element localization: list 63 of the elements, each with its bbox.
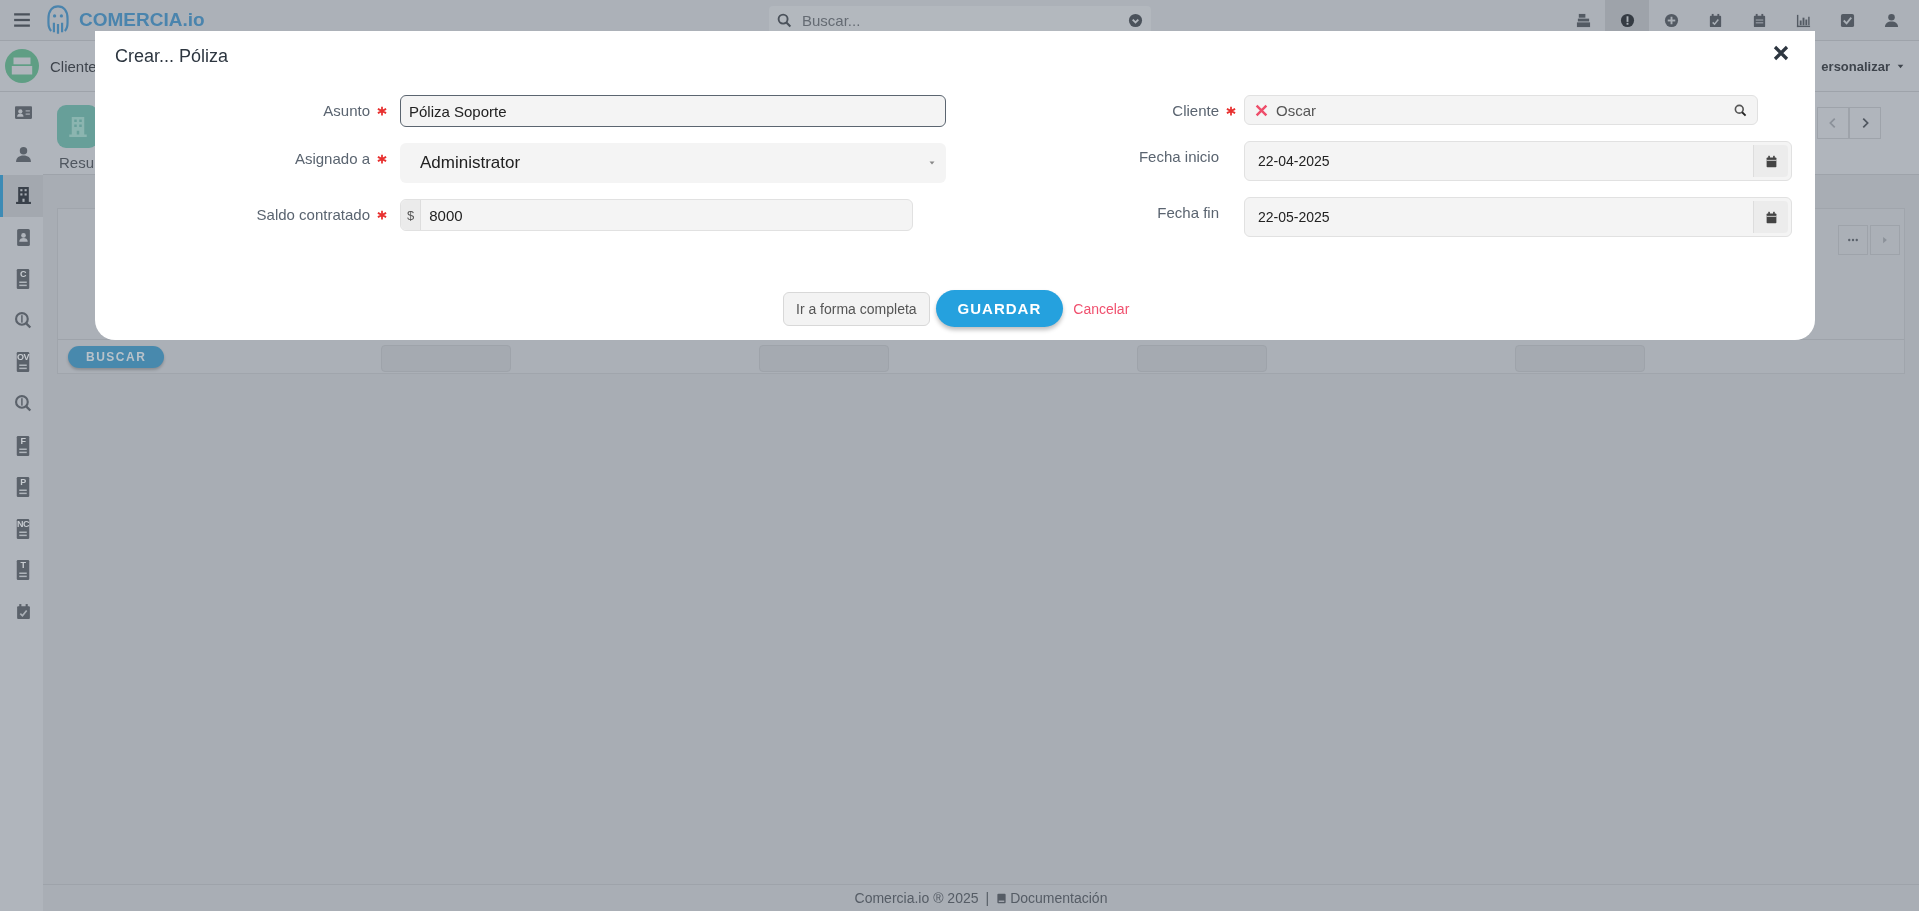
building-icon [14, 187, 32, 205]
field-label: Fecha fin [1156, 203, 1219, 221]
sidebar-item[interactable]: NC [0, 507, 43, 550]
customize-button[interactable]: ersonalizar [1821, 58, 1905, 74]
currency-prefix: $ [401, 200, 422, 230]
modal-title: Crear... Póliza [115, 46, 229, 67]
close-icon [1773, 45, 1789, 61]
search-field[interactable]: Buscar... [769, 6, 1151, 34]
sidebar-item[interactable]: P [0, 466, 43, 508]
field-label: Fecha inicio [1137, 147, 1219, 165]
documentation-link[interactable]: Documentación [996, 890, 1108, 906]
page-title: Cliente [50, 57, 97, 75]
date-input[interactable]: 22-04-2025 [1244, 141, 1792, 181]
calendar-icon [1751, 12, 1767, 28]
calendar-button[interactable] [1753, 145, 1788, 177]
field-label: Saldo contratado [255, 205, 370, 223]
amount-input[interactable]: $ 8000 [400, 199, 913, 231]
building-icon [57, 105, 98, 148]
calendar-check-icon [14, 603, 32, 621]
sidebar-item[interactable]: T [0, 549, 43, 592]
logo-text: COMERCIA.io [79, 9, 205, 31]
calendar-button[interactable] [1753, 201, 1788, 233]
date-input[interactable]: 22-05-2025 [1244, 197, 1792, 237]
subject-text-input[interactable]: Póliza Soporte [401, 102, 945, 120]
chevron-down-circle-icon [1128, 12, 1143, 28]
calendar-icon [1764, 154, 1778, 168]
id-card-icon [14, 104, 32, 122]
client-lookup[interactable]: Oscar [1244, 95, 1758, 125]
search-button[interactable]: BUSCAR [68, 346, 165, 368]
field-label: Cliente [1171, 101, 1219, 119]
field-label: Asunto [322, 101, 370, 119]
section-tab[interactable]: Resu [59, 154, 95, 171]
amount-text-input[interactable]: 8000 [421, 206, 912, 224]
menu-icon[interactable] [12, 11, 31, 29]
assignee-select[interactable]: Administrator [400, 143, 946, 183]
user-icon [1883, 12, 1899, 28]
calendar-icon [1764, 210, 1778, 224]
book-icon [996, 891, 1008, 905]
copyright-text: Comercia.io ® 2025 [854, 890, 979, 906]
subject-input[interactable]: Póliza Soporte [400, 95, 946, 127]
money-search-icon [14, 312, 32, 330]
checkbox-icon [1839, 12, 1855, 28]
sidebar-item[interactable]: OV [0, 341, 43, 384]
sidebar-item[interactable]: C [0, 258, 43, 300]
sidebar-item[interactable]: F [0, 424, 43, 467]
sidebar-item[interactable] [0, 175, 43, 217]
search-input[interactable]: Buscar... [800, 10, 1120, 30]
field-label: Asignado a [293, 149, 370, 167]
alert-icon [1619, 12, 1635, 28]
search-icon[interactable] [1734, 103, 1747, 117]
user-icon [14, 145, 32, 163]
calendar-check-icon [1707, 12, 1723, 28]
contact-book-icon [14, 229, 32, 247]
separator-text: | [985, 890, 990, 906]
full-form-button[interactable]: Ir a forma completa [783, 291, 930, 326]
plus-circle-icon [1663, 12, 1679, 28]
money-search-icon [14, 395, 32, 413]
save-button[interactable]: GUARDAR [935, 290, 1064, 327]
bar-chart-icon [1795, 12, 1811, 28]
caret-icon [928, 159, 936, 167]
clear-icon[interactable] [1255, 103, 1268, 117]
search-icon [777, 12, 792, 28]
cancel-link[interactable]: Cancelar [1073, 300, 1130, 317]
